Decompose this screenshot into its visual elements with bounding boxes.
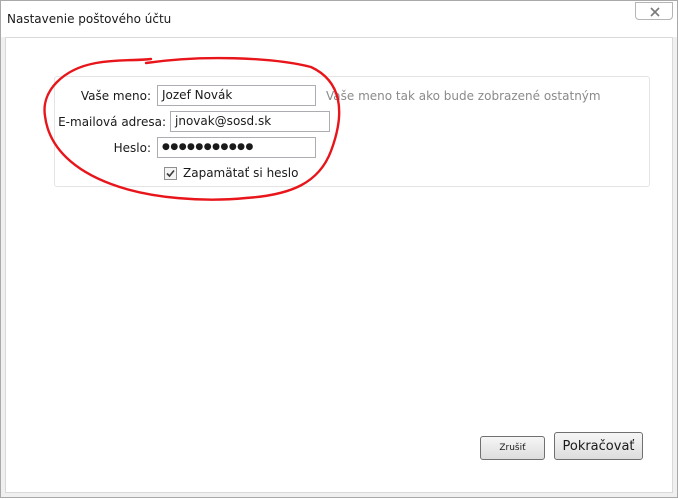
remember-password-checkbox[interactable] bbox=[164, 167, 177, 180]
checkmark-icon bbox=[166, 169, 175, 178]
account-setup-dialog: Nastavenie poštového účtu Vaše meno: Joz… bbox=[0, 0, 678, 498]
name-hint: Vaše meno tak ako bude zobrazené ostatný… bbox=[326, 89, 601, 103]
remember-password-label[interactable]: Zapamätať si heslo bbox=[183, 166, 298, 180]
name-input[interactable]: Jozef Novák bbox=[157, 85, 316, 106]
email-label: E-mailová adresa: bbox=[58, 115, 166, 129]
continue-button[interactable]: Pokračovať bbox=[554, 432, 643, 460]
title-bar: Nastavenie poštového účtu bbox=[1, 1, 677, 37]
email-input[interactable]: jnovak@sosd.sk bbox=[170, 111, 330, 132]
name-label: Vaše meno: bbox=[80, 89, 151, 103]
close-button[interactable] bbox=[635, 2, 673, 20]
password-label: Heslo: bbox=[113, 141, 151, 155]
password-input[interactable]: ●●●●●●●●●●● bbox=[157, 137, 316, 158]
close-icon bbox=[650, 7, 660, 17]
window-title: Nastavenie poštového účtu bbox=[7, 12, 172, 26]
cancel-button[interactable]: Zrušiť bbox=[480, 436, 545, 460]
dialog-content: Vaše meno: Jozef Novák Vaše meno tak ako… bbox=[5, 37, 673, 493]
